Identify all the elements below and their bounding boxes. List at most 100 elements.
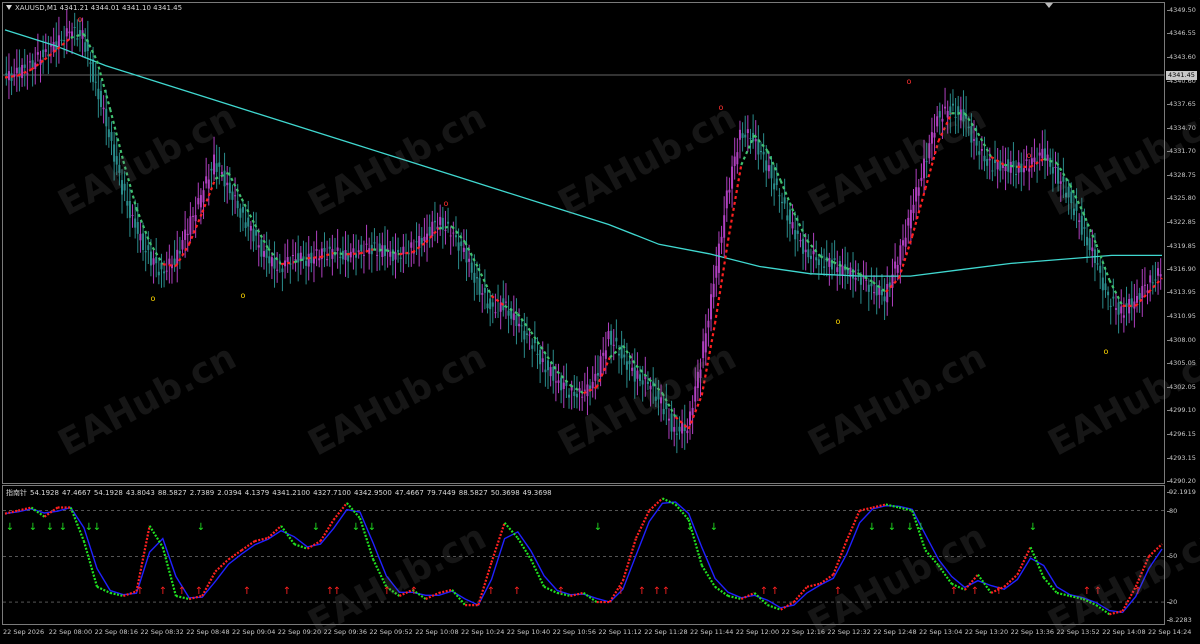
candle-body <box>157 271 160 276</box>
candle-body <box>691 407 694 416</box>
candle-body <box>481 293 484 295</box>
candle-body <box>631 367 634 371</box>
indicator-value: 49.3698 <box>522 489 552 497</box>
time-tick-label: 22 Sep 14:24 <box>1148 628 1192 636</box>
candle-body <box>520 325 523 327</box>
candle-body <box>489 298 492 310</box>
candle-body <box>1091 247 1094 252</box>
candle-body <box>468 258 471 262</box>
candle-body <box>144 250 147 253</box>
arrow-up-icon: ↑ <box>638 586 646 597</box>
candle-body <box>723 215 726 238</box>
swing-high-marker: o <box>1027 151 1032 160</box>
candle-body <box>1041 148 1044 159</box>
indicator-fast-segment <box>372 558 388 588</box>
candle-body <box>657 390 660 400</box>
candle-body <box>50 45 53 47</box>
time-axis[interactable]: 22 Sep 2026 22 Sep 08:00 22 Sep 08:16 22 Se… <box>0 626 1200 641</box>
candle-body <box>986 158 989 166</box>
time-tick-label: 22 Sep 12:32 <box>827 628 871 636</box>
candle-body <box>828 257 831 267</box>
candle-body <box>581 396 584 398</box>
candle-body <box>544 369 547 373</box>
candle-body <box>181 240 184 250</box>
candle-body <box>1080 215 1083 235</box>
candle-body <box>528 334 531 336</box>
indicator-value: 50.3698 <box>490 489 520 497</box>
candle-body <box>665 402 668 410</box>
candle-body <box>625 361 628 370</box>
arrow-up-icon: ↑ <box>760 586 768 597</box>
candle-body <box>904 237 907 247</box>
candle-body <box>594 373 597 381</box>
time-tick-label: 22 Sep 09:20 <box>277 628 322 636</box>
time-tick-label: 22 Sep 13:20 <box>964 628 1009 636</box>
indicator-value: 4342.9500 <box>353 489 392 497</box>
candle-body <box>118 164 121 173</box>
arrow-up-icon: ↑ <box>195 586 203 597</box>
candle-body <box>865 279 868 281</box>
chevron-down-icon[interactable] <box>6 5 12 10</box>
indicator-fast-segment <box>635 510 651 539</box>
candle-body <box>1007 159 1010 172</box>
time-tick-label: 22 Sep 13:52 <box>1056 628 1100 636</box>
candle-body <box>462 247 465 252</box>
time-tick-label: 22 Sep 10:56 <box>552 628 596 636</box>
candle-body <box>591 381 594 389</box>
symbol-label: XAUUSD,M1 4341.21 4344.01 4341.10 4341.4… <box>6 4 182 12</box>
arrow-up-icon: ↑ <box>1134 586 1142 597</box>
arrow-up-icon: ↑ <box>662 586 670 597</box>
candle-body <box>959 109 962 121</box>
candle-body <box>494 312 497 314</box>
candle-body <box>318 258 321 261</box>
candle-body <box>762 151 765 155</box>
price-tick-label: 4343.60 <box>1167 52 1196 61</box>
chevron-down-icon[interactable] <box>1045 3 1053 8</box>
arrow-up-icon: ↑ <box>136 586 144 597</box>
candle-body <box>149 251 152 266</box>
candle-body <box>268 256 271 264</box>
candle-body <box>854 277 857 280</box>
candle-body <box>286 257 289 262</box>
candle-body <box>263 251 266 257</box>
candle-body <box>476 276 479 279</box>
candle-body <box>515 314 518 327</box>
candle-body <box>639 374 642 381</box>
time-tick-label: 22 Sep 10:08 <box>415 628 459 636</box>
candle-body <box>812 250 815 255</box>
candle-body <box>617 353 620 356</box>
candle-body <box>930 132 933 144</box>
candle-body <box>654 396 657 401</box>
candle-body <box>1122 315 1125 318</box>
time-tick-label: 22 Sep 11:28 <box>644 628 688 636</box>
candle-body <box>323 247 326 252</box>
candle-body <box>1096 263 1099 265</box>
candle-body <box>252 228 255 242</box>
candle-body <box>583 389 586 391</box>
arrow-up-icon: ↑ <box>834 586 842 597</box>
candle-body <box>173 258 176 265</box>
time-tick-label: 22 Sep 12:16 <box>781 628 825 636</box>
candle-body <box>1141 286 1144 298</box>
candle-body <box>928 143 931 159</box>
candle-body <box>207 179 210 189</box>
time-tick-label: 22 Sep 14:08 <box>1102 628 1146 636</box>
price-tick-label: 4349.50 <box>1167 6 1196 14</box>
arrow-down-icon: ↓ <box>1029 522 1037 533</box>
candle-body <box>239 208 242 218</box>
swing-low-marker: o <box>1104 347 1109 356</box>
candle-body <box>1038 152 1041 156</box>
candle-body <box>938 111 941 118</box>
indicator-label: 指南针 54.1928 47.4667 54.1928 43.8043 88.5827 2.… <box>6 488 555 498</box>
indicator-fast-segment <box>148 525 164 548</box>
candle-body <box>428 226 431 236</box>
candle-body <box>339 256 342 258</box>
candle-body <box>1157 268 1160 276</box>
price-axis[interactable]: 4349.50 4346.55 4343.60 4340.60 4337.65 4334.… <box>1166 0 1200 628</box>
candle-body <box>205 176 208 184</box>
candle-body <box>1028 168 1031 172</box>
chart-canvas: oooooo ooo↓ ↓ ↓ ↓ ↓ ↓ ↓ ↓ ↓ ↓ ↓ ↓ ↓ ↓ ↓ ↓ ↓ ↓↑ ↑ ↑ ↑ ↑ ↑ ↑↑ ↑ ↑ ↑ ↑ ↑… <box>3 9 1165 616</box>
candle-body <box>1059 181 1062 184</box>
candle-body <box>641 380 644 385</box>
candle-body <box>967 126 970 129</box>
